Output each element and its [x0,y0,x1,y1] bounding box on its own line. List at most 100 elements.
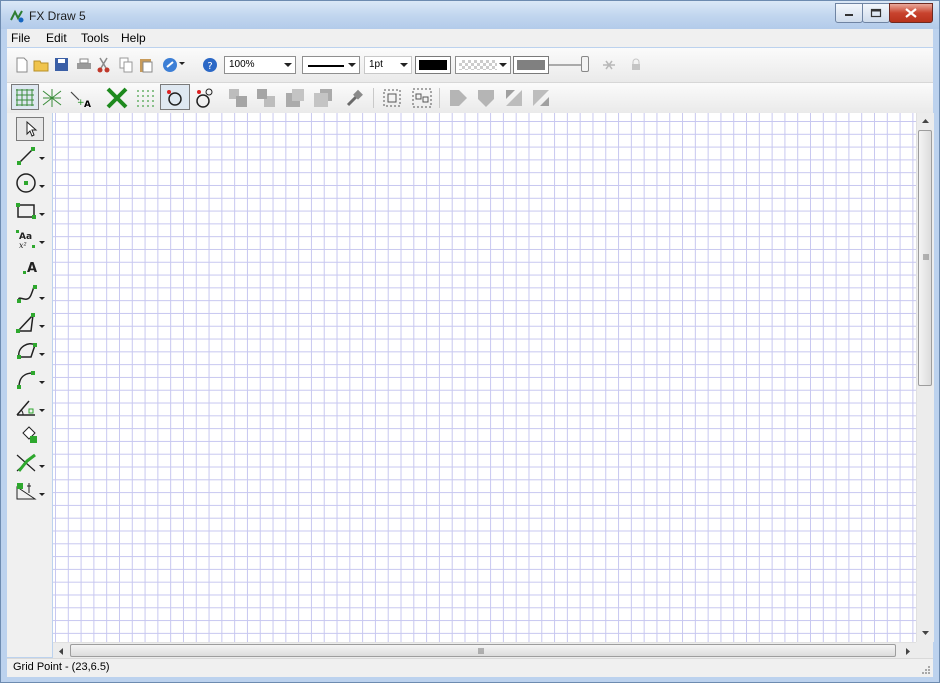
flip-down-icon[interactable] [475,87,497,109]
send-to-back-icon[interactable] [312,87,334,109]
line-width-select[interactable]: 1pt [364,56,412,74]
arc-icon [17,371,45,389]
grid-toggle-button[interactable] [11,84,39,110]
format-painter-icon[interactable] [344,87,366,109]
copy-icon[interactable] [117,56,135,74]
status-text: Grid Point - (23,6.5) [13,661,110,673]
polygon-icon [16,312,45,333]
open-folder-icon[interactable] [33,56,51,74]
save-icon[interactable] [53,56,71,74]
close-button[interactable] [889,3,933,23]
menu-file[interactable]: File [11,31,30,45]
menu-bar: File Edit Tools Help [7,29,933,47]
fill-tool[interactable] [15,423,45,447]
resize-grip-icon[interactable] [920,664,931,675]
vertical-scroll-thumb[interactable] [918,130,932,386]
horizontal-scroll-thumb[interactable] [70,644,896,657]
send-backward-icon[interactable] [255,87,277,109]
dot-grid-icon[interactable] [134,87,156,109]
line-style-select[interactable] [302,56,360,74]
delete-icon[interactable] [105,86,129,110]
window-controls [835,3,933,23]
line-width-value: 1pt [369,59,383,70]
angle-tool[interactable] [15,395,45,419]
polygon-tool[interactable] [15,311,45,335]
lock-icon[interactable] [627,56,645,74]
toolbar-separator [439,88,440,108]
print-icon[interactable] [75,56,93,74]
line-style-preview [308,65,344,67]
freeform-shape-tool[interactable] [15,339,45,363]
fill-color-button[interactable] [513,56,549,74]
menu-edit[interactable]: Edit [46,31,67,45]
paste-icon[interactable] [137,56,155,74]
chevron-down-icon [400,63,408,67]
bring-forward-icon[interactable] [227,87,249,109]
scroll-right-icon[interactable] [904,647,912,656]
isometric-grid-icon[interactable] [41,87,63,109]
graph-tool[interactable] [15,451,45,475]
bring-to-front-icon[interactable] [284,87,306,109]
rotate-right-icon[interactable] [530,87,552,109]
menu-tools[interactable]: Tools [81,31,109,45]
grip-icon [923,254,929,260]
circle-icon [16,173,45,193]
curve-tool[interactable] [15,283,45,307]
vertical-scrollbar[interactable] [916,113,934,642]
chevron-down-icon [348,63,356,67]
text-icon: A [23,261,37,276]
equation-text-tool[interactable]: Aa x² [15,227,45,251]
snap-to-points-icon[interactable] [193,86,217,110]
transparency-slider-thumb[interactable] [581,56,589,72]
transparency-slider-track[interactable] [549,64,583,66]
snap-to-grid-button[interactable] [160,84,190,110]
rectangle-icon [16,203,45,219]
group-icon[interactable] [380,86,404,110]
grip-icon [478,648,484,654]
ungroup-icon[interactable] [410,86,434,110]
pointer-icon [26,120,38,137]
chevron-down-icon[interactable] [177,58,187,68]
chevron-down-icon [284,63,292,67]
line-icon [17,147,45,165]
fill-pattern-select[interactable] [455,56,511,74]
help-icon[interactable]: ? [201,56,219,74]
app-window: FX Draw 5 File Edit Tools Help ? 100% 1p… [0,0,940,683]
drawing-canvas[interactable] [53,113,916,642]
line-color-button[interactable] [415,56,451,74]
geometry-tool[interactable] [15,479,45,503]
new-file-icon[interactable] [13,56,31,74]
scroll-down-icon[interactable] [921,629,930,637]
horizontal-scrollbar[interactable] [53,642,916,659]
add-label-icon[interactable]: + A [69,88,93,110]
drawing-toolbar: + A [7,83,933,113]
maximize-button[interactable] [862,3,890,23]
arc-tool[interactable] [15,367,45,391]
geometry-icon [16,483,45,500]
angle-icon [16,400,45,416]
disconnect-icon[interactable] [600,56,618,74]
scroll-up-icon[interactable] [921,117,930,125]
fill-pattern-swatch [459,60,497,70]
rotate-left-icon[interactable] [503,87,525,109]
menu-help[interactable]: Help [121,31,146,45]
graph-icon [16,453,45,472]
status-bar: Grid Point - (23,6.5) [7,658,933,677]
cut-icon[interactable] [95,56,113,74]
rectangle-tool[interactable] [15,199,45,223]
minimize-icon [845,14,853,16]
select-tool[interactable] [16,117,44,141]
fill-color-swatch [517,60,545,70]
zoom-select[interactable]: 100% [224,56,296,74]
text-tool[interactable]: A [15,255,45,279]
minimize-button[interactable] [835,3,863,23]
svg-text:A: A [27,261,37,276]
zoom-value: 100% [229,59,255,70]
scroll-left-icon[interactable] [57,647,65,656]
circle-tool[interactable] [15,171,45,195]
svg-text:A: A [84,100,91,110]
flip-right-icon[interactable] [447,87,469,109]
title-bar: FX Draw 5 [1,1,939,29]
svg-text:x²: x² [19,241,27,250]
line-tool[interactable] [15,143,45,167]
